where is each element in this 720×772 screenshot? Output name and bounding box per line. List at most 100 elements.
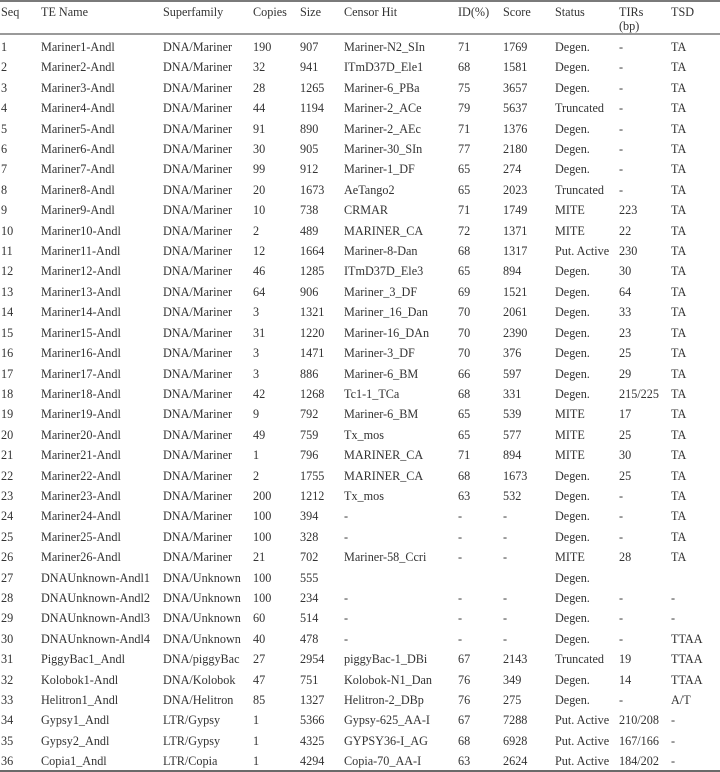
cell-te-name: Mariner21-Andl — [41, 448, 121, 463]
cell-score: 2180 — [503, 142, 528, 157]
table-row: 28 DNAUnknown-Andl2 DNA/Unknown 100 234 - - - De… — [0, 588, 720, 608]
cell-tirs: - — [619, 488, 624, 503]
cell-size: 394 — [300, 509, 319, 524]
cell-tirs: 29 — [619, 366, 632, 381]
cell-tirs: - — [619, 693, 624, 707]
cell-superfamily: DNA/Mariner — [163, 244, 233, 259]
cell-size: 1212 — [300, 488, 325, 503]
cell-copies: 49 — [253, 427, 266, 442]
header-tirs-line1: TIRs — [619, 5, 644, 19]
cell-status: Degen. — [555, 60, 590, 75]
cell-copies: 1 — [253, 713, 260, 728]
cell-seq: 18 — [1, 386, 14, 401]
cell-censor-hit: Mariner_16_Dan — [344, 305, 428, 320]
cell-copies: 27 — [253, 652, 266, 667]
cell-id-percent: - — [458, 590, 463, 605]
cell-seq: 24 — [1, 509, 14, 524]
cell-te-name: Gypsy1_Andl — [41, 713, 110, 728]
cell-score: - — [503, 550, 508, 565]
cell-censor-hit: Mariner-3_DF — [344, 346, 415, 361]
cell-status: Degen. — [555, 386, 590, 401]
table-row: 29 DNAUnknown-Andl3 DNA/Unknown 60 514 - - - Deg… — [0, 608, 720, 628]
cell-tsd: - — [671, 754, 676, 769]
cell-superfamily: DNA/Mariner — [163, 448, 233, 463]
cell-superfamily: DNA/Mariner — [163, 203, 233, 218]
cell-seq: 17 — [1, 366, 14, 381]
cell-copies: 32 — [253, 60, 266, 75]
cell-tsd: TA — [671, 101, 687, 116]
cell-censor-hit: - — [344, 509, 349, 524]
cell-te-name: Mariner26-Andl — [41, 550, 121, 565]
cell-superfamily: DNA/Mariner — [163, 407, 233, 422]
cell-score: 5637 — [503, 101, 528, 116]
cell-copies: 10 — [253, 203, 266, 218]
cell-status: Degen. — [555, 121, 590, 136]
table-row: 10 Mariner10-Andl DNA/Mariner 2 489 MARINER_C… — [0, 221, 720, 241]
cell-score: - — [503, 529, 508, 544]
cell-superfamily: DNA/Mariner — [163, 305, 233, 320]
cell-censor-hit: Gypsy-625_AA-I — [344, 713, 430, 728]
cell-censor-hit: CRMAR — [344, 203, 389, 218]
cell-copies: 64 — [253, 284, 266, 299]
cell-size: 906 — [300, 284, 319, 299]
cell-superfamily: LTR/Gypsy — [163, 713, 221, 728]
table-row: 13 Mariner13-Andl DNA/Mariner 64 906 Mariner_… — [0, 282, 720, 302]
cell-score: 1317 — [503, 244, 528, 259]
cell-status: MITE — [555, 223, 585, 238]
cell-seq: 9 — [1, 203, 8, 218]
cell-censor-hit: Mariner-1_DF — [344, 162, 415, 177]
cell-tsd: - — [671, 713, 676, 728]
cell-score: 1749 — [503, 203, 528, 218]
cell-size: 234 — [300, 590, 319, 605]
cell-censor-hit: Mariner_3_DF — [344, 284, 418, 299]
cell-te-name: Mariner3-Andl — [41, 80, 115, 95]
header-superfamily: Superfamily — [163, 5, 224, 19]
cell-copies: 190 — [253, 40, 272, 54]
header-censor-hit: Censor Hit — [344, 5, 398, 19]
cell-seq: 34 — [1, 713, 14, 728]
cell-tirs: 223 — [619, 203, 638, 218]
cell-tsd: TA — [671, 203, 687, 218]
cell-id-percent: 70 — [458, 325, 471, 340]
cell-censor-hit: Mariner-N2_SIn — [344, 40, 425, 54]
cell-censor-hit: MARINER_CA — [344, 223, 424, 238]
cell-seq: 6 — [1, 142, 8, 157]
cell-te-name: Mariner14-Andl — [41, 305, 121, 320]
cell-copies: 42 — [253, 386, 266, 401]
cell-te-name: DNAUnknown-Andl2 — [41, 590, 151, 605]
cell-copies: 1 — [253, 448, 260, 463]
cell-seq: 14 — [1, 305, 14, 320]
cell-seq: 10 — [1, 223, 14, 238]
cell-score: 577 — [503, 427, 522, 442]
table-row: 5 Mariner5-Andl DNA/Mariner 91 890 Mariner-2_… — [0, 119, 720, 139]
cell-score: 539 — [503, 407, 522, 422]
cell-tsd: TA — [671, 305, 687, 320]
table-row: 31 PiggyBac1_Andl DNA/piggyBac 27 2954 piggyB… — [0, 649, 720, 669]
cell-status: Degen. — [555, 264, 590, 279]
cell-tsd: TA — [671, 427, 687, 442]
cell-id-percent: 65 — [458, 407, 471, 422]
cell-tsd: TA — [671, 284, 687, 299]
cell-size: 4325 — [300, 733, 325, 748]
cell-superfamily: DNA/piggyBac — [163, 652, 240, 667]
header-id-percent: ID(%) — [458, 5, 490, 19]
cell-tsd: A/T — [671, 693, 691, 707]
table-row: 8 Mariner8-Andl DNA/Mariner 20 1673 AeTango2 6… — [0, 180, 720, 200]
cell-status: Degen. — [555, 40, 590, 54]
cell-censor-hit: - — [344, 590, 349, 605]
cell-size: 489 — [300, 223, 319, 238]
cell-superfamily: DNA/Mariner — [163, 346, 233, 361]
cell-id-percent: 67 — [458, 713, 471, 728]
cell-size: 751 — [300, 672, 319, 687]
cell-copies: 3 — [253, 366, 260, 381]
cell-te-name: Mariner5-Andl — [41, 121, 115, 136]
cell-id-percent: - — [458, 550, 463, 565]
cell-status: MITE — [555, 427, 585, 442]
cell-seq: 20 — [1, 427, 14, 442]
cell-id-percent: 68 — [458, 60, 471, 75]
cell-copies: 100 — [253, 590, 272, 605]
cell-status: Degen. — [555, 284, 590, 299]
cell-tsd: TA — [671, 366, 687, 381]
cell-copies: 3 — [253, 346, 260, 361]
cell-tsd: TA — [671, 550, 687, 565]
